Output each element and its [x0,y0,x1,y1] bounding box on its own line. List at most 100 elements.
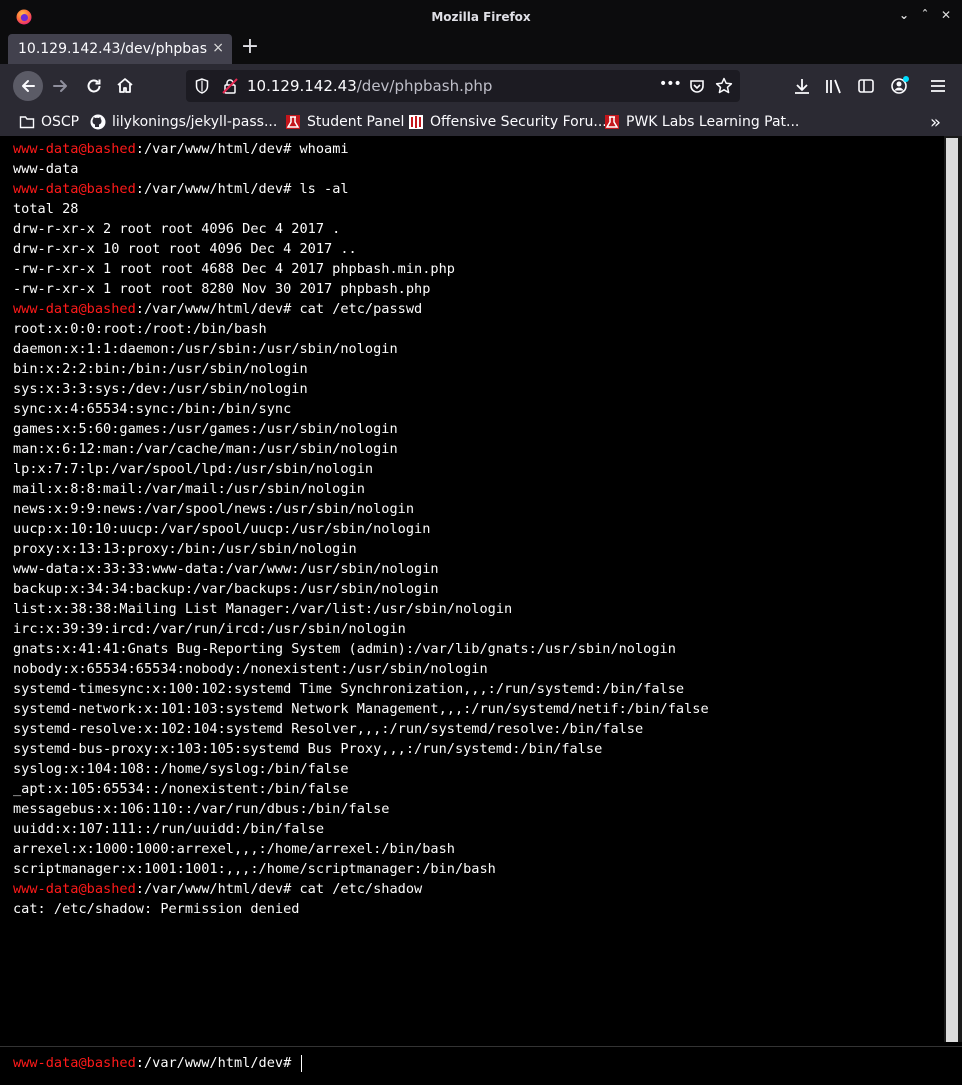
terminal-output-line: news:x:9:9:news:/var/spool/news:/usr/sbi… [13,499,709,519]
terminal-output-line: www-data [13,159,709,179]
output-text: www-data:x:33:33:www-data:/var/www:/usr/… [13,561,439,577]
terminal-output-line: syslog:x:104:108::/home/syslog:/bin/fals… [13,759,709,779]
prompt-user: www-data@bashed [13,881,136,897]
terminal-output-line: lp:x:7:7:lp:/var/spool/lpd:/usr/sbin/nol… [13,459,709,479]
terminal-output-line: backup:x:34:34:backup:/var/backups:/usr/… [13,579,709,599]
output-text: messagebus:x:106:110::/var/run/dbus:/bin… [13,801,390,817]
sidebar-icon[interactable] [857,77,875,95]
offsec-icon [286,115,300,129]
prompt-path: :/var/www/html/dev# [135,301,300,317]
terminal-output-line: daemon:x:1:1:daemon:/usr/sbin:/usr/sbin/… [13,339,709,359]
page-content: www-data@bashed:/var/www/html/dev# whoam… [0,136,962,1085]
downloads-icon[interactable] [793,77,811,95]
home-icon[interactable] [116,76,134,94]
output-text: systemd-timesync:x:100:102:systemd Time … [13,681,685,697]
hamburger-menu-icon[interactable] [930,78,946,94]
url-host: 10.129.142.43 [247,77,357,95]
maximize-button[interactable]: ˆ [916,8,934,22]
terminal-output-line: bin:x:2:2:bin:/bin:/usr/sbin/nologin [13,359,709,379]
tracking-shield-icon[interactable] [195,78,209,94]
output-text: uuidd:x:107:111::/run/uuidd:/bin/false [13,821,324,837]
close-window-button[interactable]: ✕ [937,8,955,22]
terminal-command-line: www-data@bashed:/var/www/html/dev# whoam… [13,139,709,159]
prompt-user: www-data@bashed [13,1055,136,1071]
terminal-output-line: scriptmanager:x:1001:1001:,,,:/home/scri… [13,859,709,879]
back-button[interactable] [13,71,43,101]
library-icon[interactable] [825,77,843,95]
output-text: man:x:6:12:man:/var/cache/man:/usr/sbin/… [13,441,398,457]
output-text: www-data [13,161,79,177]
terminal-output-line: systemd-network:x:101:103:systemd Networ… [13,699,709,719]
insecure-lock-icon[interactable] [222,78,238,94]
scrollbar-thumb[interactable] [946,138,958,1042]
bookmark-star-icon[interactable] [715,77,733,95]
output-text: syslog:x:104:108::/home/syslog:/bin/fals… [13,761,349,777]
terminal-output-line: _apt:x:105:65534::/nonexistent:/bin/fals… [13,779,709,799]
reload-icon[interactable] [85,77,103,95]
terminal-output-line: sys:x:3:3:sys:/dev:/usr/sbin/nologin [13,379,709,399]
terminal-command-line: www-data@bashed:/var/www/html/dev# ls -a… [13,179,709,199]
bookmark-student-panel[interactable]: Student Panel [285,112,404,132]
terminal-output-line: -rw-r-xr-x 1 root root 4688 Dec 4 2017 p… [13,259,709,279]
terminal-output-line: www-data:x:33:33:www-data:/var/www:/usr/… [13,559,709,579]
page-actions-menu-icon[interactable]: ••• [659,76,682,92]
terminal-output-line: root:x:0:0:root:/root:/bin/bash [13,319,709,339]
minimize-button[interactable]: ⌄ [895,8,913,22]
command-text: whoami [299,141,349,157]
terminal-lines: www-data@bashed:/var/www/html/dev# whoam… [13,139,709,919]
terminal-output-line: cat: /etc/shadow: Permission denied [13,899,709,919]
offsec-icon [605,115,619,129]
new-tab-button[interactable]: + [239,36,261,58]
output-text: daemon:x:1:1:daemon:/usr/sbin:/usr/sbin/… [13,341,398,357]
output-text: systemd-network:x:101:103:systemd Networ… [13,701,709,717]
bookmark-oscp[interactable]: OSCP [19,112,79,132]
output-text: root:x:0:0:root:/root:/bin/bash [13,321,267,337]
terminal-scrollbar[interactable] [944,136,962,1042]
bookmarks-overflow-chevron-icon[interactable]: » [930,112,941,133]
window-titlebar: Mozilla Firefox ⌄ ˆ ✕ [0,0,962,34]
url-text[interactable]: 10.129.142.43/dev/phpbash.php [247,77,492,95]
prompt-user: www-data@bashed [13,141,136,157]
output-text: -rw-r-xr-x 1 root root 8280 Nov 30 2017 … [13,281,431,297]
output-text: -rw-r-xr-x 1 root root 4688 Dec 4 2017 p… [13,261,455,277]
bookmark-label: lilykonings/jekyll-pass... [112,114,278,130]
prompt-path: :/var/www/html/dev# [135,1055,300,1071]
prompt-path: :/var/www/html/dev# [135,881,300,897]
account-icon[interactable] [889,75,911,97]
output-text: scriptmanager:x:1001:1001:,,,:/home/scri… [13,861,496,877]
github-icon [90,114,106,130]
tab-strip: 10.129.142.43/dev/phpbash. × + [0,34,962,64]
bookmark-pwk-labs[interactable]: PWK Labs Learning Pat... [604,112,799,132]
bookmark-jekyll[interactable]: lilykonings/jekyll-pass... [90,112,277,132]
forward-arrow-icon[interactable] [52,78,70,94]
tab-close-button[interactable]: × [212,40,224,56]
folder-icon [19,116,35,129]
terminal-output-line: uucp:x:10:10:uucp:/var/spool/uucp:/usr/s… [13,519,709,539]
terminal-command-line: www-data@bashed:/var/www/html/dev# cat /… [13,879,709,899]
terminal-output-line: man:x:6:12:man:/var/cache/man:/usr/sbin/… [13,439,709,459]
output-text: drw-r-xr-x 2 root root 4096 Dec 4 2017 . [13,221,341,237]
prompt-user: www-data@bashed [13,301,136,317]
output-text: cat: /etc/shadow: Permission denied [13,901,300,917]
terminal-output-line: arrexel:x:1000:1000:arrexel,,,:/home/arr… [13,839,709,859]
output-text: nobody:x:65534:65534:nobody:/nonexistent… [13,661,488,677]
terminal-output-line: gnats:x:41:41:Gnats Bug-Reporting System… [13,639,709,659]
terminal-output-line: total 28 [13,199,709,219]
prompt-path: :/var/www/html/dev# [135,181,300,197]
command-input-bar[interactable]: www-data@bashed:/var/www/html/dev# [0,1046,962,1078]
output-text: sys:x:3:3:sys:/dev:/usr/sbin/nologin [13,381,308,397]
forum-icon [409,115,423,129]
command-prompt-line[interactable]: www-data@bashed:/var/www/html/dev# [13,1053,303,1073]
output-text: drw-r-xr-x 10 root root 4096 Dec 4 2017 … [13,241,357,257]
output-text: mail:x:8:8:mail:/var/mail:/usr/sbin/nolo… [13,481,365,497]
output-text: gnats:x:41:41:Gnats Bug-Reporting System… [13,641,676,657]
terminal-output-line: proxy:x:13:13:proxy:/bin:/usr/sbin/nolog… [13,539,709,559]
address-bar[interactable]: 10.129.142.43/dev/phpbash.php ••• [186,70,740,102]
bookmark-offsec-forum[interactable]: Offensive Security Foru... [408,112,607,132]
tab-phpbash[interactable]: 10.129.142.43/dev/phpbash. × [8,34,232,64]
output-text: list:x:38:38:Mailing List Manager:/var/l… [13,601,513,617]
output-text: total 28 [13,201,79,217]
terminal-output-line: drw-r-xr-x 10 root root 4096 Dec 4 2017 … [13,239,709,259]
terminal-output-line: uuidd:x:107:111::/run/uuidd:/bin/false [13,819,709,839]
pocket-icon[interactable] [689,78,705,94]
